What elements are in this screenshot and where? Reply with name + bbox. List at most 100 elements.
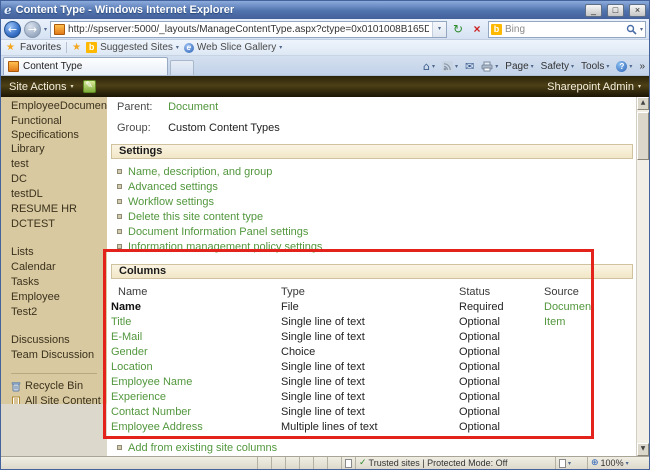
home-button[interactable]: ⌂ ▾ [423, 60, 435, 73]
print-button[interactable]: ▾ [481, 61, 498, 72]
url-history-dropdown-icon[interactable]: ▾ [432, 21, 446, 37]
sidebar-item[interactable]: Lists [11, 244, 103, 259]
columns-table-body: Name File Required Document Title Single… [107, 299, 636, 434]
stop-button[interactable]: × [469, 21, 485, 38]
settings-link[interactable]: Name, description, and group [117, 164, 636, 179]
column-source-link[interactable]: Item [544, 316, 565, 328]
address-bar: ← → ▾ http://spserver:5000/_layouts/Mana… [1, 19, 649, 40]
column-type-value: Multiple lines of text [281, 420, 378, 433]
column-status-value: Optional [459, 345, 500, 358]
edit-page-icon[interactable]: ✎ [82, 80, 96, 93]
chevron-down-icon[interactable]: ▾ [176, 44, 179, 51]
favorites-item-suggested-sites[interactable]: b Suggested Sites ▾ [86, 42, 179, 53]
column-name-link[interactable]: Gender [111, 346, 148, 358]
vertical-scrollbar[interactable]: ▲ ▼ [636, 97, 649, 456]
settings-link[interactable]: Delete this site content type [117, 209, 636, 224]
settings-link-label: Name, description, and group [128, 165, 273, 178]
sidebar-item[interactable]: Test2 [11, 304, 103, 319]
settings-link[interactable]: Information management policy settings [117, 239, 636, 254]
settings-link[interactable]: Workflow settings [117, 194, 636, 209]
url-text[interactable]: http://spserver:5000/_layouts/ManageCont… [68, 24, 429, 35]
sidebar-item-label: DCTEST [11, 218, 55, 230]
printer-icon [481, 61, 493, 72]
nav-list: EmployeeDocument Functional Specificatio… [11, 98, 107, 362]
add-column-link[interactable]: Add from existing site columns [117, 440, 636, 455]
compatibility-view-button[interactable]: ▾ [555, 457, 587, 469]
safety-menu[interactable]: Safety ▾ [541, 61, 574, 72]
site-actions-menu[interactable]: Site Actions ▾ ✎ [9, 80, 96, 93]
tab-content-type[interactable]: Content Type [3, 57, 168, 75]
scroll-down-button[interactable]: ▼ [637, 443, 649, 456]
table-row: Title Single line of text Optional Item [107, 314, 636, 329]
browser-window: e Content Type - Windows Internet Explor… [0, 0, 650, 470]
command-bar: ⌂ ▾ ▾ ✉ ▾ Page ▾ Safety ▾ Tools ▾ ? ▾ » [423, 60, 647, 75]
read-mail-button[interactable]: ✉ [465, 60, 474, 73]
refresh-button[interactable]: ↻ [450, 21, 466, 38]
settings-link[interactable]: Advanced settings [117, 179, 636, 194]
parent-value-link[interactable]: Document [168, 101, 218, 113]
group-row: Group: Custom Content Types [117, 121, 636, 135]
sidebar-item-label: testDL [11, 188, 43, 200]
scrollbar-track[interactable] [637, 160, 649, 443]
maximize-button[interactable]: □ [607, 3, 624, 17]
recent-pages-dropdown-icon[interactable]: ▾ [44, 26, 47, 33]
column-name-link[interactable]: Contact Number [111, 406, 191, 418]
bullet-icon [117, 199, 122, 204]
close-button[interactable]: × [629, 3, 646, 17]
user-menu[interactable]: Sharepoint Admin ▾ [547, 81, 641, 93]
sidebar-item[interactable]: Discussions [11, 332, 103, 347]
sidebar-item[interactable]: DC [11, 171, 103, 186]
column-name-link[interactable]: Employee Address [111, 421, 203, 433]
column-name-link[interactable]: E-Mail [111, 331, 142, 343]
zoom-control[interactable]: ⊕ 100% ▾ [587, 457, 649, 469]
sidebar-item[interactable]: testDL [11, 186, 103, 201]
sidebar-item[interactable]: Tasks [11, 274, 103, 289]
sidebar-item-all-site-content[interactable]: All Site Content [11, 394, 103, 404]
scroll-up-button[interactable]: ▲ [637, 97, 649, 110]
minimize-button[interactable]: _ [585, 3, 602, 17]
column-name-link[interactable]: Name [111, 301, 141, 313]
sidebar-item-recycle-bin[interactable]: Recycle Bin [11, 379, 103, 394]
search-icon[interactable] [626, 24, 637, 35]
table-row: Contact Number Single line of text Optio… [107, 404, 636, 419]
chevron-down-icon: ▾ [530, 63, 534, 70]
new-tab-button[interactable] [170, 60, 194, 75]
page-menu[interactable]: Page ▾ [505, 61, 533, 72]
forward-button[interactable]: → [24, 20, 41, 38]
search-options-dropdown-icon[interactable]: ▾ [640, 26, 643, 33]
sidebar-item[interactable]: Employee [11, 289, 103, 304]
sidebar-item[interactable]: RESUME HR [11, 201, 103, 216]
tools-menu[interactable]: Tools ▾ [581, 61, 609, 72]
sidebar-item-label: EmployeeDocument [11, 100, 107, 112]
sidebar-item[interactable]: Calendar [11, 259, 103, 274]
column-header-type: Type [281, 285, 305, 298]
url-field[interactable]: http://spserver:5000/_layouts/ManageCont… [50, 20, 447, 38]
chevron-down-icon[interactable]: ▾ [279, 44, 282, 51]
sidebar-item[interactable]: Team Discussion [11, 347, 103, 362]
column-source-link[interactable]: Document [544, 301, 594, 313]
parent-label: Parent: [117, 101, 153, 113]
quick-launch-nav: EmployeeDocument Functional Specificatio… [1, 97, 107, 404]
favorites-button[interactable]: Favorites [20, 42, 61, 53]
add-column-link[interactable]: Add from new site column [117, 455, 636, 456]
help-menu[interactable]: ? ▾ [616, 61, 632, 72]
settings-link[interactable]: Document Information Panel settings [117, 224, 636, 239]
scrollbar-thumb[interactable] [637, 112, 649, 160]
column-status-value: Optional [459, 315, 500, 328]
toolbar-overflow-button[interactable]: » [639, 61, 645, 72]
column-name-link[interactable]: Experience [111, 391, 166, 403]
sidebar-item[interactable]: EmployeeDocument [11, 98, 107, 113]
column-name-link[interactable]: Employee Name [111, 376, 192, 388]
sidebar-item[interactable]: DCTEST [11, 216, 103, 231]
search-input[interactable]: Bing [505, 24, 623, 35]
column-type-value: File [281, 300, 299, 313]
favorites-item-web-slice-gallery[interactable]: e Web Slice Gallery ▾ [183, 42, 282, 53]
add-to-favorites-icon[interactable]: ★ [72, 42, 81, 53]
sidebar-item[interactable]: test [11, 156, 103, 171]
column-name-link[interactable]: Location [111, 361, 153, 373]
search-box[interactable]: b Bing ▾ [488, 20, 646, 38]
feeds-button[interactable]: ▾ [442, 61, 458, 72]
sidebar-item[interactable]: Functional Specifications Library [11, 113, 103, 156]
column-name-link[interactable]: Title [111, 316, 131, 328]
back-button[interactable]: ← [4, 20, 21, 38]
